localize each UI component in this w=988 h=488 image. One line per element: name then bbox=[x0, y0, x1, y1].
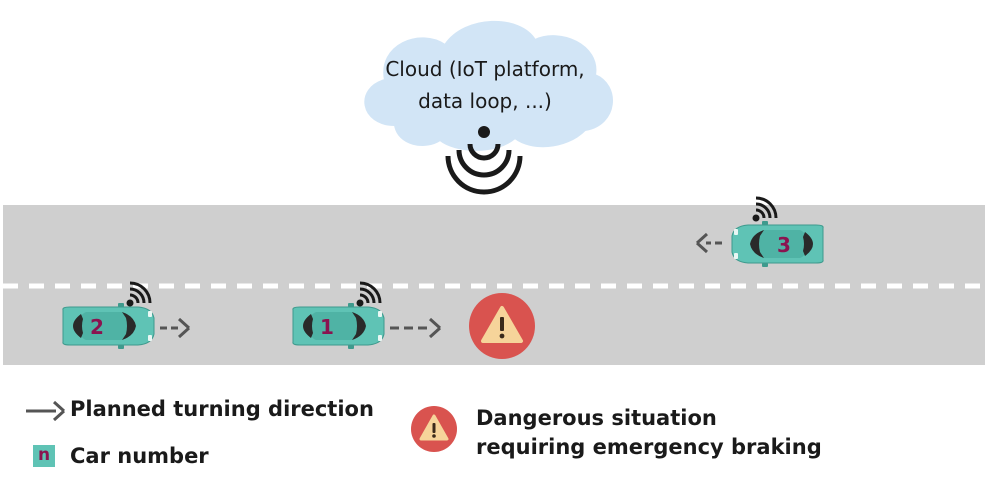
legend-item-direction: Planned turning direction bbox=[70, 397, 374, 421]
legend-direction-label: Planned turning direction bbox=[70, 397, 374, 421]
legend-arrow-icon bbox=[26, 400, 66, 422]
car-number-swatch: n bbox=[33, 445, 55, 467]
legend-danger-label: Dangerous situation requiring emergency … bbox=[476, 404, 822, 462]
car-2 bbox=[62, 302, 155, 350]
car-1-number: 1 bbox=[320, 315, 334, 339]
car-3-number: 3 bbox=[777, 233, 791, 257]
legend-car-number-label: Car number bbox=[70, 444, 209, 468]
legend-item-car-number: n Car number bbox=[33, 444, 209, 468]
car-1 bbox=[292, 302, 385, 350]
car-2-number: 2 bbox=[90, 315, 104, 339]
cloud-label-line-1: Cloud (IoT platform, bbox=[385, 57, 584, 81]
legend-warning-icon bbox=[411, 406, 457, 452]
cloud-label-line-2: data loop, ...) bbox=[418, 89, 552, 113]
legend-danger-line-1: Dangerous situation bbox=[476, 406, 717, 430]
legend-danger-line-2: requiring emergency braking bbox=[476, 435, 822, 459]
hazard-warning-icon bbox=[469, 293, 535, 359]
